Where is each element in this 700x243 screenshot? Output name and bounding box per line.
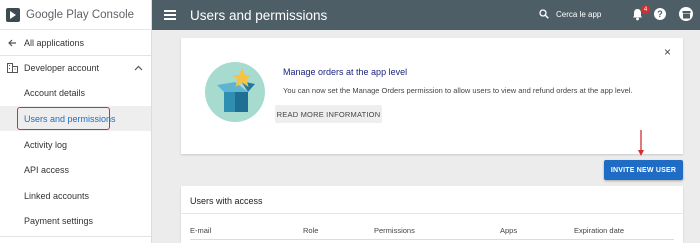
sidebar-item-account-details[interactable]: Account details bbox=[0, 84, 151, 102]
column-header-email[interactable]: E-mail bbox=[190, 226, 211, 235]
app-search[interactable]: Cerca le app bbox=[539, 9, 601, 19]
divider bbox=[181, 213, 683, 214]
column-header-apps[interactable]: Apps bbox=[500, 226, 517, 235]
sidebar-item-activity-log[interactable]: Activity log bbox=[0, 136, 151, 154]
close-icon[interactable]: × bbox=[664, 45, 671, 59]
sidebar-item-label: Activity log bbox=[24, 140, 68, 150]
sidebar-item-api-access[interactable]: API access bbox=[0, 161, 151, 179]
column-header-permissions[interactable]: Permissions bbox=[374, 226, 415, 235]
sidebar-item-all-applications[interactable]: All applications bbox=[0, 34, 151, 52]
search-icon bbox=[539, 9, 549, 19]
menu-icon[interactable] bbox=[164, 10, 176, 20]
promo-title: Manage orders at the app level bbox=[283, 67, 408, 77]
sidebar-item-label: API access bbox=[24, 165, 70, 175]
promo-body: You can now set the Manage Orders permis… bbox=[283, 86, 633, 95]
sidebar-section-developer-account[interactable]: Developer account bbox=[0, 59, 151, 77]
account-store-icon bbox=[682, 10, 690, 18]
search-placeholder: Cerca le app bbox=[556, 9, 602, 19]
sidebar-item-label: Linked accounts bbox=[24, 191, 90, 201]
sidebar-section-label: Developer account bbox=[24, 63, 100, 73]
top-app-bar: Users and permissions Cerca le app 4 ? bbox=[152, 0, 700, 30]
highlight-box bbox=[17, 107, 110, 130]
chevron-up-icon bbox=[134, 63, 143, 73]
notification-badge: 4 bbox=[641, 5, 650, 14]
page-title: Users and permissions bbox=[190, 7, 328, 23]
sidebar: Google Play Console All applications Dev… bbox=[0, 0, 152, 243]
table-header-underline bbox=[190, 239, 674, 240]
arrow-back-icon bbox=[6, 37, 18, 49]
sidebar-item-label: Account details bbox=[24, 88, 86, 98]
sidebar-item-payment-settings[interactable]: Payment settings bbox=[0, 212, 151, 230]
sidebar-item-linked-accounts[interactable]: Linked accounts bbox=[0, 187, 151, 205]
brand[interactable]: Google Play Console bbox=[0, 0, 151, 30]
sidebar-item-label: Payment settings bbox=[24, 216, 94, 226]
promo-card: × Manage orders at the app level You can… bbox=[181, 38, 683, 154]
column-header-expiration-date[interactable]: Expiration date bbox=[574, 226, 624, 235]
brand-name: Google Play Console bbox=[26, 8, 135, 21]
users-section-title: Users with access bbox=[190, 196, 263, 206]
building-icon bbox=[6, 62, 18, 74]
help-icon[interactable]: ? bbox=[654, 8, 666, 20]
users-with-access-card: Users with access E-mail Role Permission… bbox=[181, 186, 683, 243]
gift-box-illustration-icon bbox=[205, 62, 265, 122]
column-header-role[interactable]: Role bbox=[303, 226, 318, 235]
read-more-button[interactable]: READ MORE INFORMATION bbox=[275, 105, 382, 123]
account-avatar[interactable] bbox=[679, 7, 693, 21]
arrow-down-annotation-icon bbox=[638, 130, 644, 156]
sidebar-item-label: All applications bbox=[24, 38, 85, 48]
invite-new-user-button[interactable]: INVITE NEW USER bbox=[604, 160, 683, 180]
play-console-logo-icon bbox=[6, 7, 20, 22]
